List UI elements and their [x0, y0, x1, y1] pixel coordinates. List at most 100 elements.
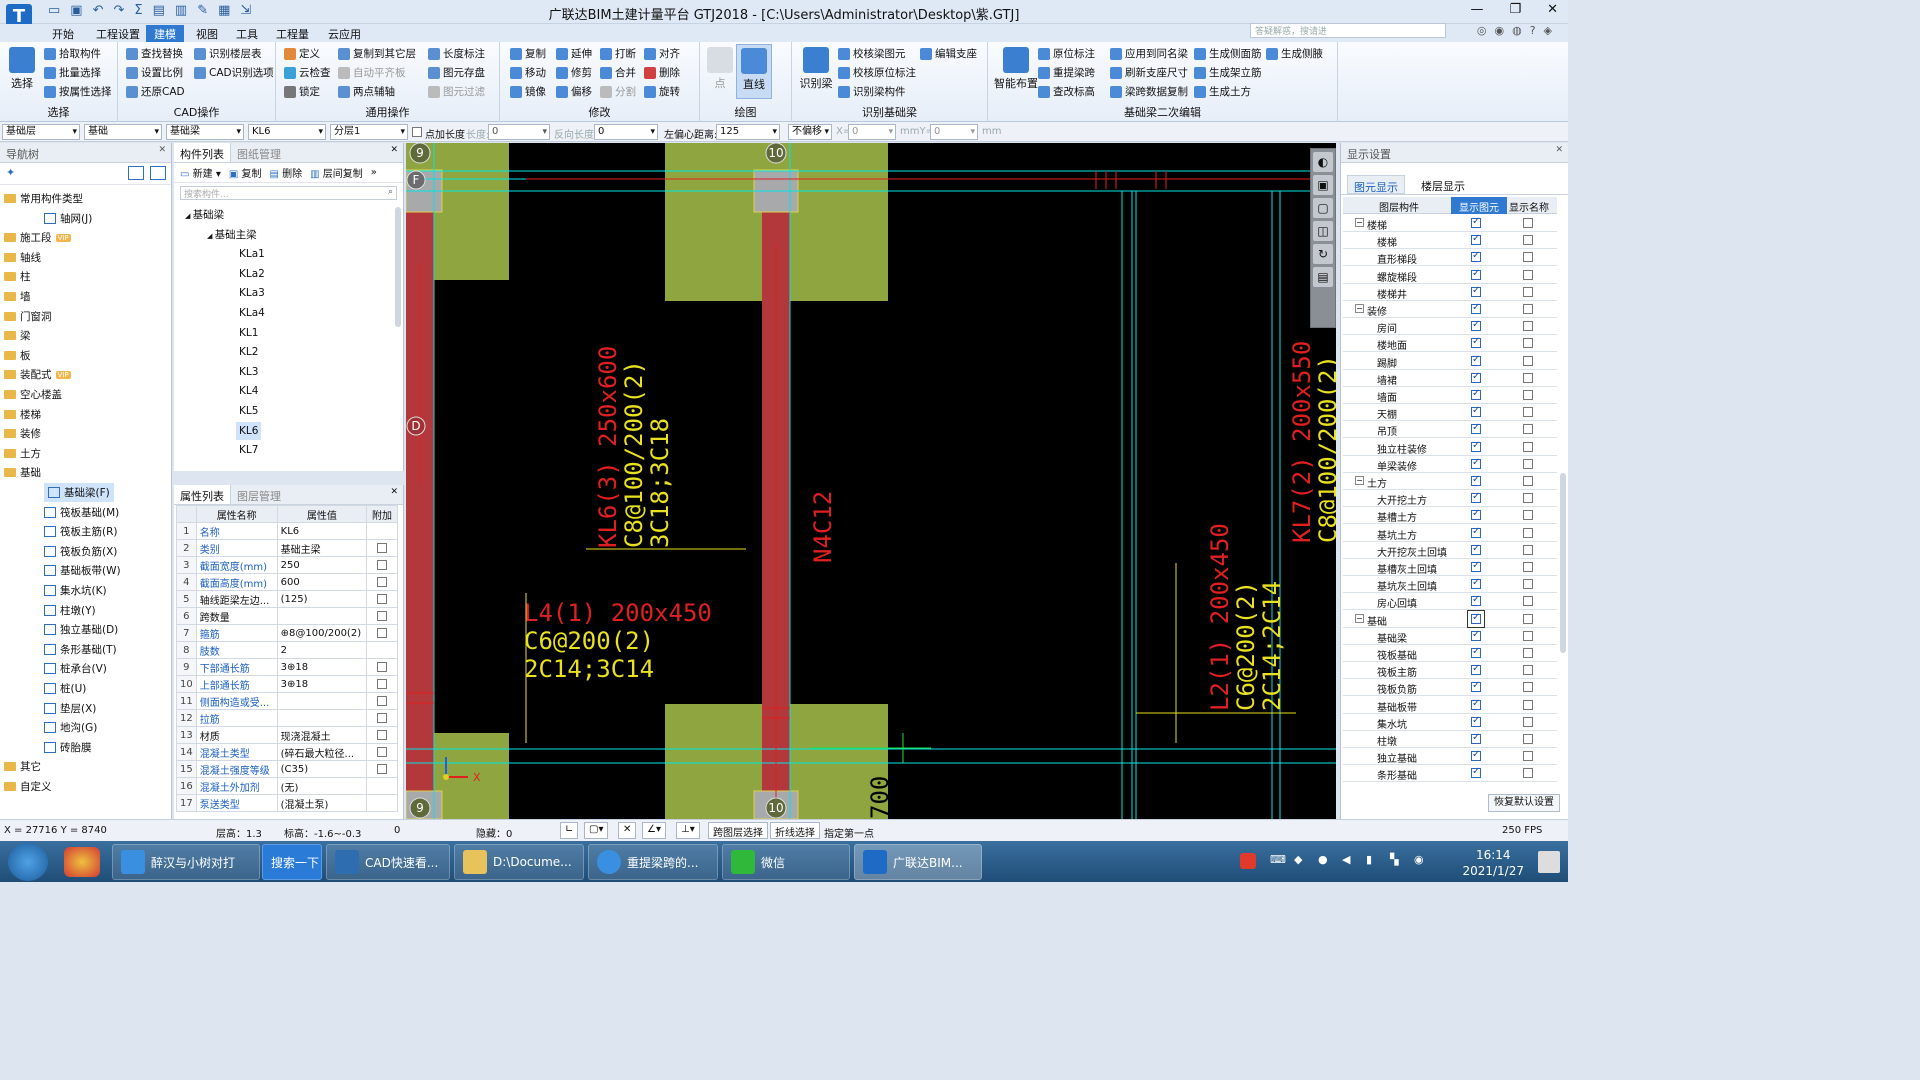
- cloud-check-button[interactable]: 云检查: [284, 65, 331, 80]
- show-element-checkbox[interactable]: [1471, 543, 1481, 555]
- show-element-checkbox[interactable]: [1471, 371, 1481, 383]
- view-3d-icon[interactable]: ▣: [1313, 175, 1333, 195]
- extra-checkbox[interactable]: [377, 593, 388, 604]
- show-name-checkbox[interactable]: [1523, 579, 1533, 590]
- service-icon[interactable]: ◍: [1512, 24, 1522, 37]
- display-group-row[interactable]: − 楼梯: [1343, 215, 1557, 232]
- display-item-row[interactable]: 踢脚: [1343, 353, 1557, 370]
- taskbar-item-glodon[interactable]: 广联达BIM...: [854, 844, 982, 880]
- collapse-icon[interactable]: −: [1355, 304, 1364, 313]
- extra-checkbox[interactable]: [377, 729, 388, 740]
- copy-span-data-button[interactable]: 梁跨数据复制: [1110, 84, 1188, 99]
- display-group-row[interactable]: − 装修: [1343, 301, 1557, 318]
- property-value[interactable]: 2: [276, 641, 368, 659]
- nav-sub-item[interactable]: 条形基础(T): [44, 640, 117, 659]
- nav-sub-item[interactable]: 砖胎膜: [44, 738, 92, 757]
- show-name-checkbox[interactable]: [1523, 630, 1533, 641]
- nav-category-item[interactable]: 基础: [4, 463, 41, 482]
- tab-modeling[interactable]: 建模: [146, 25, 184, 42]
- nav-category-item[interactable]: 柱: [4, 267, 31, 286]
- display-item-row[interactable]: 大开挖土方: [1343, 490, 1557, 508]
- display-item-row[interactable]: 房心回填: [1343, 593, 1557, 611]
- user-icon[interactable]: ◎: [1477, 24, 1487, 37]
- display-item-row[interactable]: 集水坑: [1343, 714, 1557, 731]
- show-element-checkbox[interactable]: [1471, 388, 1481, 400]
- property-row[interactable]: 10 上部通长筋 3⊕18: [176, 675, 398, 693]
- tray-keyboard-icon[interactable]: ⌨: [1270, 853, 1286, 866]
- report-icon[interactable]: ▥: [175, 3, 187, 18]
- taskbar-item-sogou[interactable]: 重提梁跨的...: [588, 844, 718, 880]
- display-close-icon[interactable]: ✕: [1555, 145, 1563, 155]
- nav-category-item[interactable]: 其它: [4, 757, 41, 776]
- display-item-row[interactable]: 基坑灰土回填: [1343, 576, 1557, 594]
- nav-sub-item[interactable]: 柱墩(Y): [44, 601, 96, 620]
- tab-view[interactable]: 视图: [188, 25, 226, 42]
- show-element-checkbox[interactable]: [1471, 319, 1481, 332]
- complist-close-icon[interactable]: ✕: [390, 145, 398, 155]
- tray-network-icon[interactable]: ▮: [1366, 853, 1372, 866]
- property-value[interactable]: [276, 692, 368, 710]
- property-row[interactable]: 2 类别 基础主梁: [176, 539, 398, 557]
- property-row[interactable]: 16 混凝土外加剂 (无): [176, 777, 398, 795]
- show-element-checkbox[interactable]: [1471, 629, 1481, 641]
- layer-view-icon[interactable]: ▤: [1313, 267, 1333, 287]
- show-element-checkbox[interactable]: [1471, 354, 1481, 366]
- identify-beam-button[interactable]: 识别梁: [798, 44, 834, 99]
- show-element-checkbox[interactable]: [1471, 457, 1481, 469]
- find-replace-button[interactable]: 查找替换: [126, 46, 183, 61]
- show-element-checkbox[interactable]: [1471, 216, 1481, 228]
- offset-button[interactable]: 偏移: [556, 84, 592, 99]
- extra-checkbox[interactable]: [377, 746, 388, 757]
- check-beam-element-button[interactable]: 校核梁图元: [838, 46, 906, 61]
- nav-category-item[interactable]: 施工段 VIP: [4, 228, 71, 247]
- show-element-checkbox[interactable]: [1471, 680, 1481, 693]
- nav-category-item[interactable]: 楼梯: [4, 405, 41, 424]
- nav-category-item[interactable]: 墙: [4, 287, 31, 306]
- extra-checkbox[interactable]: [377, 576, 388, 587]
- show-element-checkbox[interactable]: [1471, 732, 1481, 744]
- show-name-checkbox[interactable]: [1523, 596, 1533, 607]
- show-name-checkbox[interactable]: [1523, 355, 1533, 366]
- length-input[interactable]: 0: [488, 124, 550, 140]
- floor-copy-button[interactable]: ▥ 层间复制: [310, 165, 363, 180]
- check-icon[interactable]: ✎: [197, 3, 208, 18]
- l4-annotation[interactable]: L4(1) 200x450 C6@200(2) 2C14;3C14: [524, 599, 712, 683]
- grid-icon[interactable]: ▦: [218, 3, 230, 18]
- list-view-icon[interactable]: [128, 166, 144, 180]
- view-top-icon[interactable]: ▢: [1313, 198, 1333, 218]
- help-icon[interactable]: ?: [1530, 24, 1536, 37]
- x-input[interactable]: 0: [848, 124, 896, 140]
- component-item[interactable]: KLa1: [236, 245, 268, 263]
- property-value[interactable]: [276, 607, 368, 625]
- pick-member-button[interactable]: 拾取构件: [44, 46, 101, 61]
- help-search-input[interactable]: 答疑解惑，搜请进: [1250, 23, 1446, 38]
- show-name-checkbox[interactable]: [1523, 476, 1533, 486]
- extra-checkbox[interactable]: [377, 661, 388, 672]
- property-row[interactable]: 5 轴线距梁左边... (125): [176, 590, 398, 608]
- y-input[interactable]: 0: [930, 124, 978, 140]
- component-item[interactable]: KLa3: [236, 284, 268, 302]
- collapse-icon[interactable]: −: [1355, 476, 1364, 485]
- reset-defaults-button[interactable]: 恢复默认设置: [1488, 794, 1560, 812]
- minimize-icon[interactable]: —: [1470, 2, 1483, 17]
- display-item-row[interactable]: 独立基础: [1343, 748, 1557, 766]
- n4c12-annotation[interactable]: N4C12: [809, 491, 837, 563]
- property-row[interactable]: 3 截面宽度(mm) 250: [176, 556, 398, 574]
- drawing-canvas[interactable]: 9 10 F D 9 10 KL6(3) 250x600 C8@100/200(…: [406, 143, 1336, 819]
- show-name-checkbox[interactable]: [1523, 321, 1533, 332]
- copy-to-floor-button[interactable]: 复制到其它层: [338, 46, 416, 61]
- tray-security-icon[interactable]: ●: [1318, 853, 1328, 866]
- set-scale-button[interactable]: 设置比例: [126, 65, 183, 80]
- property-value[interactable]: 600: [276, 573, 368, 591]
- display-item-row[interactable]: 墙面: [1343, 387, 1557, 404]
- display-item-row[interactable]: 天棚: [1343, 404, 1557, 422]
- delete-member-button[interactable]: ▤ 删除: [269, 165, 302, 180]
- property-value[interactable]: KL6: [276, 522, 368, 540]
- view-sphere-icon[interactable]: ◐: [1313, 152, 1333, 172]
- show-element-checkbox[interactable]: [1471, 336, 1481, 349]
- length-dimension-button[interactable]: 长度标注: [428, 46, 485, 61]
- nav-category-item[interactable]: 土方: [4, 444, 41, 463]
- property-row[interactable]: 13 材质 现浇混凝土: [176, 726, 398, 744]
- show-element-checkbox[interactable]: [1471, 474, 1481, 486]
- property-value[interactable]: [276, 709, 368, 727]
